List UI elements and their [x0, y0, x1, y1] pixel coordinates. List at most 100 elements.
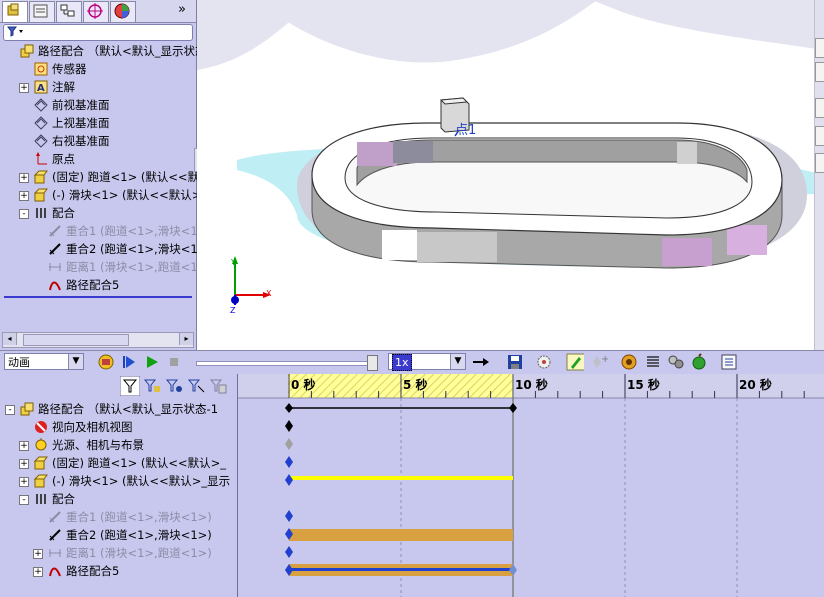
tree-item-label: 上视基准面 [52, 116, 110, 130]
motor-icon[interactable] [620, 353, 638, 371]
save-animation-icon[interactable] [506, 353, 524, 371]
tree-item[interactable]: 右视基准面 [0, 132, 196, 150]
tree-item[interactable]: - 路径配合 （默认<默认_显示状态-1 [0, 400, 237, 418]
filter-driving-icon[interactable] [164, 376, 184, 396]
collapse-button[interactable]: - [19, 209, 29, 219]
play-from-start-icon[interactable] [120, 353, 138, 371]
tree-item[interactable]: + A 注解 [0, 78, 196, 96]
more-tabs-button[interactable]: » [178, 2, 186, 17]
filter-results-icon[interactable] [208, 376, 228, 396]
scroll-thumb[interactable] [23, 334, 129, 346]
tree-item[interactable]: 重合2 (跑道<1>,滑块<1>) [0, 526, 237, 544]
playback-slider-track[interactable] [196, 361, 374, 366]
expand-button[interactable]: + [19, 477, 29, 487]
key-point[interactable] [509, 403, 517, 413]
coincident-icon [48, 510, 62, 524]
graphics-viewport[interactable]: 点1 Y X Z [197, 0, 824, 350]
origin-icon [34, 152, 48, 166]
expand-button[interactable]: + [19, 83, 29, 93]
key-point[interactable] [285, 438, 293, 450]
tree-item[interactable]: + (-) 滑块<1> (默认<<默认>_ [0, 186, 207, 204]
filter-toolbar [118, 376, 236, 396]
rollback-bar[interactable] [4, 296, 192, 298]
expand-button[interactable]: + [19, 441, 29, 451]
animation-wizard-icon[interactable] [535, 353, 553, 371]
gravity-icon[interactable] [690, 353, 708, 371]
stop-icon[interactable] [165, 353, 183, 371]
key-point[interactable] [285, 456, 293, 468]
task-pane-tab[interactable] [815, 98, 824, 118]
add-key-icon[interactable]: + [590, 353, 608, 371]
tree-item[interactable]: - 配合 [0, 490, 237, 508]
tree-item[interactable]: + 路径配合5 [0, 562, 237, 580]
tree-item[interactable]: + (固定) 跑道<1> (默认<<默认 [0, 168, 211, 186]
task-pane-tab[interactable] [815, 153, 824, 173]
playback-speed-select[interactable]: 1x ▼ [388, 353, 466, 371]
timeline-graph[interactable]: 0 秒 5 秒 10 秒 15 秒 20 秒 [238, 374, 824, 597]
tree-item[interactable]: 重合2 (跑道<1>,滑块<1> [0, 240, 207, 258]
expand-button[interactable]: + [33, 549, 43, 559]
tree-filter-input[interactable] [3, 24, 193, 41]
tree-item[interactable]: 传感器 [0, 60, 196, 78]
tree-item-label: 视向及相机视图 [52, 420, 133, 434]
task-pane-tab[interactable] [815, 38, 824, 58]
key-point[interactable] [285, 474, 293, 486]
scroll-right-button[interactable]: ▸ [179, 333, 193, 345]
part-icon [33, 188, 48, 202]
key-point[interactable] [285, 420, 293, 432]
expand-button[interactable]: + [19, 173, 29, 183]
tree-item[interactable]: 路径配合 （默认<默认_显示状态 [0, 42, 207, 60]
tree-item[interactable]: 上视基准面 [0, 114, 196, 132]
autokey-icon[interactable] [566, 353, 584, 371]
tree-item[interactable]: 重合1 (跑道<1>,滑块<1>) [0, 508, 237, 526]
dimxpert-tab[interactable] [83, 1, 109, 23]
tree-horizontal-scrollbar[interactable]: ◂ ▸ [2, 332, 194, 348]
contact-icon[interactable] [667, 353, 685, 371]
study-properties-icon[interactable] [720, 353, 738, 371]
feature-manager-tab[interactable] [2, 1, 28, 23]
expand-button[interactable]: + [33, 567, 43, 577]
filter-animated-icon[interactable] [142, 376, 162, 396]
calculate-icon[interactable] [97, 353, 115, 371]
sensor-icon [34, 62, 48, 76]
time-tick-label: 20 秒 [739, 377, 772, 392]
collapse-button[interactable]: - [19, 495, 29, 505]
key-point[interactable] [285, 403, 293, 413]
chevron-down-icon[interactable]: ▼ [450, 354, 465, 369]
key-point[interactable] [285, 510, 293, 522]
property-manager-tab[interactable] [29, 1, 55, 23]
key-point[interactable] [285, 546, 293, 558]
tree-item[interactable]: + 光源、相机与布景 [0, 436, 237, 454]
expand-button[interactable]: + [19, 191, 29, 201]
tree-item-label: 配合 [52, 492, 75, 506]
tree-item[interactable]: 原点 [0, 150, 196, 168]
tree-item[interactable]: + (-) 滑块<1> (默认<<默认>_显示 [0, 472, 237, 490]
task-pane-tab[interactable] [815, 126, 824, 146]
scroll-left-button[interactable]: ◂ [3, 333, 17, 345]
tree-item[interactable]: 视向及相机视图 [0, 418, 237, 436]
display-manager-tab[interactable] [110, 1, 136, 23]
tree-item-label: 右视基准面 [52, 134, 110, 148]
collapse-button[interactable]: - [5, 405, 15, 415]
play-icon[interactable] [143, 353, 161, 371]
tree-item[interactable]: - 配合 [0, 204, 196, 222]
chevron-down-icon[interactable]: ▼ [68, 354, 83, 369]
tree-item[interactable]: 距离1 (滑块<1>,跑道<1> [0, 258, 207, 276]
playback-mode-icon[interactable] [471, 353, 489, 371]
tree-item[interactable]: 路径配合5 [0, 276, 196, 294]
tree-item[interactable]: + 距离1 (滑块<1>,跑道<1>) [0, 544, 237, 562]
playback-slider-thumb[interactable] [367, 355, 378, 371]
study-type-select[interactable]: 动画 ▼ [4, 353, 84, 370]
expand-button[interactable]: + [19, 459, 29, 469]
tree-item[interactable]: + (固定) 跑道<1> (默认<<默认>_ [0, 454, 237, 472]
svg-text:A: A [37, 83, 45, 94]
timeline-area[interactable]: 0 秒 5 秒 10 秒 15 秒 20 秒 [238, 374, 824, 597]
distance-icon [48, 546, 62, 560]
spring-icon[interactable] [644, 353, 662, 371]
tree-item[interactable]: 重合1 (跑道<1>,滑块<1> [0, 222, 207, 240]
configuration-manager-tab[interactable] [56, 1, 82, 23]
tree-item[interactable]: 前视基准面 [0, 96, 196, 114]
filter-selected-icon[interactable] [186, 376, 206, 396]
task-pane-tab[interactable] [815, 62, 824, 82]
filter-icon[interactable] [120, 376, 140, 396]
